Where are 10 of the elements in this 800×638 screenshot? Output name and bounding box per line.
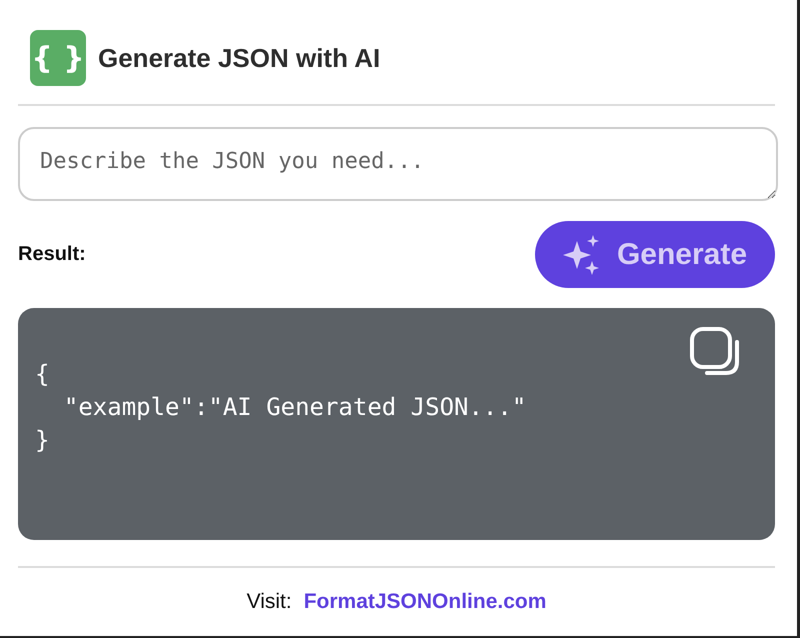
code-line: "example":"AI Generated JSON...": [62, 392, 528, 423]
window-title: Generate JSON with AI: [98, 42, 380, 74]
code-line: {: [35, 359, 50, 390]
result-label: Result:: [18, 243, 86, 266]
logo-icon: { }: [30, 30, 86, 86]
prompt-field[interactable]: Describe the JSON you need...: [18, 127, 778, 201]
website-link[interactable]: FormatJSONOnline.com: [304, 590, 546, 614]
code-line: }: [35, 425, 50, 456]
visit-label: Visit:: [246, 590, 292, 614]
copy-icon[interactable]: [689, 326, 741, 376]
